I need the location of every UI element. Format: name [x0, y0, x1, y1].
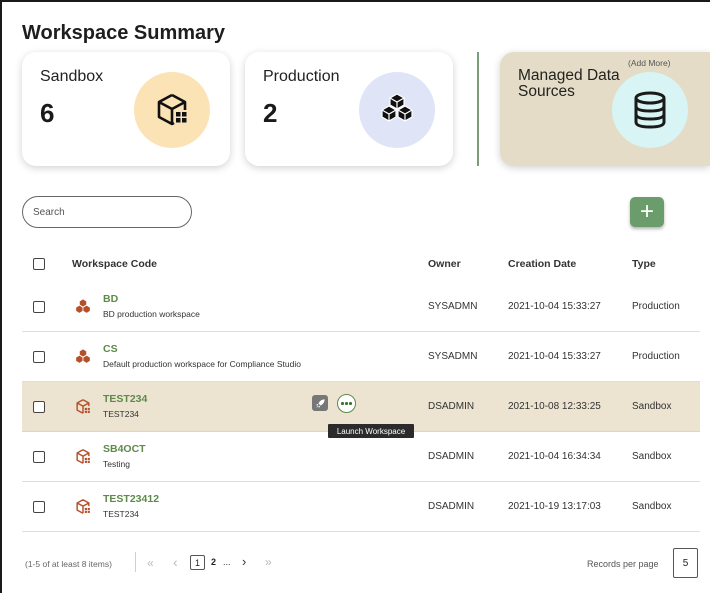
production-card-count: 2 [263, 98, 278, 128]
page-title: Workspace Summary [22, 22, 226, 44]
cube-grid-icon [76, 499, 90, 514]
next-page-button[interactable]: › [242, 554, 246, 569]
page-ellipsis: ... [223, 557, 231, 567]
creation-date-cell: 2021-10-04 16:34:34 [508, 451, 601, 462]
row-checkbox[interactable] [33, 401, 45, 413]
type-cell: Production [632, 301, 680, 312]
rocket-icon[interactable] [312, 395, 328, 411]
select-all-checkbox[interactable] [33, 258, 45, 270]
row-checkbox[interactable] [33, 351, 45, 363]
stacked-cubes-icon [359, 72, 435, 148]
header-owner[interactable]: Owner [428, 258, 461, 270]
header-workspace-code[interactable]: Workspace Code [72, 258, 157, 270]
workspace-code-link[interactable]: TEST234 [103, 393, 147, 405]
workspace-description: BD production workspace [103, 309, 200, 319]
managed-card-label: Managed Data Sources [518, 67, 620, 100]
sandbox-card-label: Sandbox [40, 68, 104, 85]
creation-date-cell: 2021-10-04 15:33:27 [508, 301, 601, 312]
card-divider [477, 52, 479, 166]
production-card-label: Production [263, 68, 340, 85]
type-cell: Production [632, 351, 680, 362]
more-actions-button[interactable] [337, 394, 356, 413]
pagination-range: (1-5 of at least 8 items) [25, 559, 112, 569]
add-workspace-button[interactable]: + [630, 197, 664, 227]
cube-grid-icon [76, 399, 90, 414]
launch-workspace-tooltip: Launch Workspace [328, 424, 414, 438]
records-per-page-label: Records per page [587, 559, 659, 569]
header-creation-date[interactable]: Creation Date [508, 258, 576, 270]
last-page-button[interactable]: » [265, 555, 272, 569]
stacked-cubes-icon [75, 348, 91, 364]
workspace-description: Testing [103, 459, 130, 469]
stacked-cubes-icon [75, 298, 91, 314]
workspace-description: Default production workspace for Complia… [103, 359, 301, 369]
workspace-code-link[interactable]: BD [103, 293, 118, 305]
search-input[interactable] [33, 197, 183, 227]
search-box[interactable] [22, 196, 192, 228]
records-per-page-select[interactable]: 5 [673, 548, 698, 578]
owner-cell: SYSADMN [428, 351, 478, 362]
workspace-code-link[interactable]: TEST23412 [103, 493, 159, 505]
creation-date-cell: 2021-10-19 13:17:03 [508, 501, 601, 512]
creation-date-cell: 2021-10-04 15:33:27 [508, 351, 601, 362]
table-row[interactable]: CS Default production workspace for Comp… [22, 332, 700, 382]
production-card[interactable]: Production 2 [245, 52, 453, 166]
owner-cell: SYSADMN [428, 301, 478, 312]
table-header: Workspace Code Owner Creation Date Type [22, 248, 698, 280]
row-checkbox[interactable] [33, 301, 45, 313]
table-row[interactable]: BD BD production workspace SYSADMN 2021-… [22, 282, 700, 332]
prev-page-button[interactable]: ‹ [173, 554, 178, 570]
creation-date-cell: 2021-10-08 12:33:25 [508, 401, 601, 412]
table-row[interactable]: TEST23412 TEST234 DSADMIN 2021-10-19 13:… [22, 482, 700, 532]
sandbox-card-count: 6 [40, 98, 55, 128]
owner-cell: DSADMIN [428, 401, 475, 412]
type-cell: Sandbox [632, 501, 672, 512]
sandbox-card[interactable]: Sandbox 6 [22, 52, 230, 166]
cube-grid-icon [134, 72, 210, 148]
workspace-description: TEST234 [103, 409, 139, 419]
type-cell: Sandbox [632, 401, 672, 412]
page-1-button[interactable]: 1 [190, 555, 205, 570]
header-type[interactable]: Type [632, 258, 656, 270]
owner-cell: DSADMIN [428, 451, 475, 462]
page-2-button[interactable]: 2 [211, 557, 216, 567]
owner-cell: DSADMIN [428, 501, 475, 512]
workspace-code-link[interactable]: CS [103, 343, 118, 355]
first-page-button[interactable]: « [147, 556, 154, 570]
add-more-link[interactable]: (Add More) [628, 58, 671, 68]
workspace-description: TEST234 [103, 509, 139, 519]
database-icon [612, 72, 688, 148]
row-checkbox[interactable] [33, 451, 45, 463]
type-cell: Sandbox [632, 451, 672, 462]
pagination-bar: (1-5 of at least 8 items) « ‹ 1 2 ... › … [22, 548, 700, 578]
managed-data-sources-card[interactable]: (Add More) Managed Data Sources [500, 52, 710, 166]
cube-grid-icon [76, 449, 90, 464]
workspace-code-link[interactable]: SB4OCT [103, 443, 146, 455]
table-row[interactable]: SB4OCT Testing DSADMIN 2021-10-04 16:34:… [22, 432, 700, 482]
pagination-divider [135, 552, 136, 572]
row-checkbox[interactable] [33, 501, 45, 513]
